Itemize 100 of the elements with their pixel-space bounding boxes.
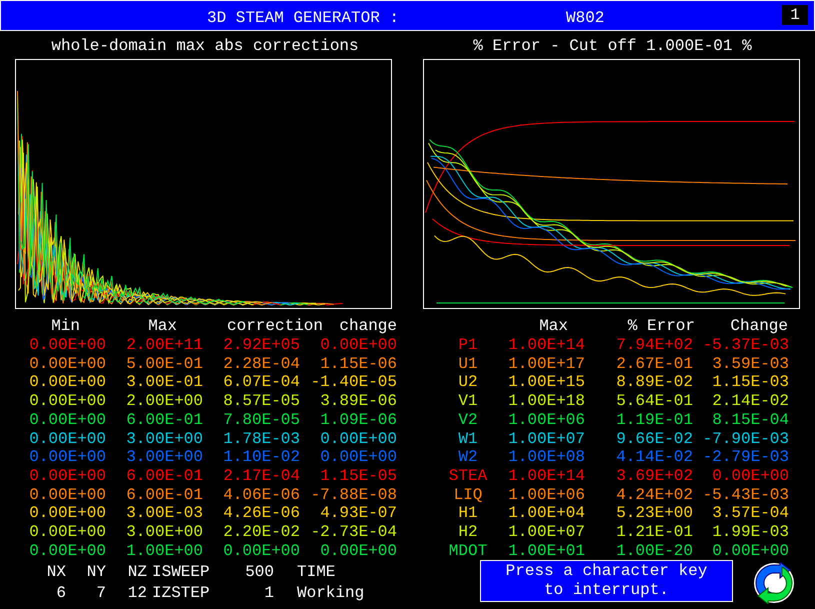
table-cell: 1.10E-02 [223,448,300,466]
status-text: ISWEEP [152,563,210,582]
table-cell: 1.00E-20 [616,542,693,560]
table-cell: -2.73E-04 [310,523,397,542]
table-cell: 1.00E+06 [508,486,585,504]
status-text: 1 [264,584,274,602]
status-text: 6 [56,584,66,602]
status-text: NZ [128,563,147,582]
table-cell: 2.00E+00 [126,392,203,410]
column-header: Max [539,317,568,335]
status-text: 7 [96,584,106,602]
table-cell: 3.00E-01 [126,373,203,392]
table-cell: 3.89E-06 [320,392,397,410]
table-cell: 2.28E-04 [223,354,300,373]
table-cell: 3.69E+02 [616,466,693,485]
table-cell: 1.00E+14 [508,336,585,354]
table-cell: 1.00E+06 [508,410,585,429]
table-cell: 0.00E+00 [29,336,106,354]
table-cell: 1.00E+07 [508,430,585,448]
table-cell: 9.66E-02 [616,430,693,448]
table-cell: 3.59E-03 [712,354,789,373]
table-cell: 2.17E-04 [223,466,300,485]
row-label: H2 [458,523,478,542]
table-cell: 0.00E+00 [223,542,300,560]
chart-title: % Error - Cut off 1.000E-01 % [473,36,752,57]
column-header: Change [730,317,788,335]
table-cell: 6.00E-01 [126,410,203,429]
table-cell: 0.00E+00 [320,448,397,466]
table-cell: 3.00E+00 [126,430,203,448]
column-header: Max [148,317,177,335]
row-label: W1 [458,430,478,448]
row-label: U2 [458,373,478,392]
table-cell: -5.37E-03 [702,336,789,354]
table-cell: 3.00E+00 [126,448,203,466]
table-cell: 0.00E+00 [29,430,106,448]
table-cell: 1.21E-01 [616,523,693,542]
status-text: 12 [128,584,147,602]
row-label: U1 [458,354,478,373]
status-text: TIME [297,563,336,582]
status-text: NY [86,563,106,582]
table-cell: 2.20E-02 [223,523,300,542]
status-text: NX [46,563,66,582]
table-cell: -7.88E-08 [310,486,397,504]
row-label: LIQ [454,486,482,504]
table-cell: -5.43E-03 [702,486,789,504]
column-header: Min [51,317,80,335]
table-cell: 1.15E-06 [320,354,397,373]
table-cell: 0.00E+00 [320,430,397,448]
table-cell: 1.00E+07 [508,523,585,542]
table-cell: 4.26E-06 [223,504,300,522]
table-cell: 2.67E-01 [616,354,693,373]
page-number: 1 [782,5,808,25]
table-cell: 1.00E+08 [508,448,585,466]
table-cell: 6.07E-04 [223,373,300,392]
status-text: 500 [245,563,274,582]
table-cell: 0.00E+00 [29,486,106,504]
table-cell: 5.23E+00 [616,504,693,522]
table-cell: 0.00E+00 [29,504,106,522]
table-cell: 4.93E-07 [320,504,397,522]
table-cell: -7.90E-03 [702,430,789,448]
table-cell: 2.00E+11 [126,336,203,354]
table-cell: 1.78E-03 [223,430,300,448]
window-title: 3D STEAM GENERATOR : [207,8,400,29]
table-cell: 1.00E+15 [508,373,585,392]
column-header: correction [226,317,323,335]
table-cell: 8.89E-02 [616,373,693,392]
table-cell: 3.57E-04 [712,504,789,522]
table-cell: 5.64E-01 [616,392,693,410]
row-label: P1 [458,336,478,354]
table-cell: 1.00E+18 [508,392,585,410]
table-cell: 1.00E+14 [508,466,585,485]
table-cell: 4.06E-06 [223,486,300,504]
table-cell: 5.00E-01 [126,354,203,373]
table-cell: 3.00E+00 [126,523,203,542]
chart-title: whole-domain max abs corrections [51,36,359,57]
table-cell: -1.40E-05 [310,373,397,392]
table-cell: 0.00E+00 [29,373,106,392]
table-cell: 1.00E+00 [126,542,203,560]
interrupt-message: Press a character key to interrupt. [480,560,733,602]
row-label: STEA [448,466,488,485]
table-cell: 0.00E+00 [320,542,397,560]
table-cell: 8.57E-05 [223,392,300,410]
row-label: V2 [458,410,478,429]
status-text: Working [297,584,364,602]
table-cell: 4.24E+02 [616,486,693,504]
table-cell: 1.09E-06 [320,410,397,429]
table-cell: 2.14E-02 [712,392,789,410]
table-cell: 6.00E-01 [126,486,203,504]
refresh-icon [752,562,796,604]
table-cell: 6.00E-01 [126,466,203,485]
table-cell: 0.00E+00 [29,542,106,560]
row-label: H1 [458,504,478,522]
table-cell: 0.00E+00 [29,392,106,410]
table-cell: 0.00E+00 [29,523,106,542]
table-cell: 1.15E-03 [712,373,789,392]
row-label: MDOT [448,542,488,560]
table-cell: 0.00E+00 [29,354,106,373]
table-cell: 3.00E-03 [126,504,203,522]
case-name: W802 [566,8,604,29]
table-cell: 0.00E+00 [29,466,106,485]
